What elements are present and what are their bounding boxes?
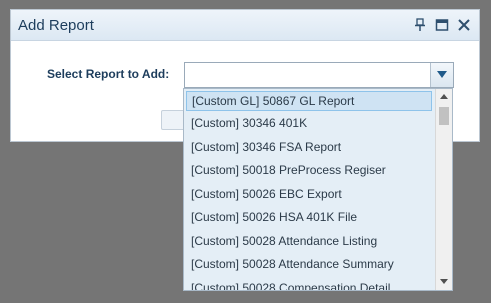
report-option[interactable]: [Custom] 50018 PreProcess Regiser bbox=[184, 159, 434, 183]
report-option[interactable]: [Custom] 50026 HSA 401K File bbox=[184, 206, 434, 230]
report-option[interactable]: [Custom GL] 50867 GL Report bbox=[186, 91, 432, 111]
arrow-down-icon bbox=[440, 279, 448, 284]
report-option[interactable]: [Custom] 30346 FSA Report bbox=[184, 136, 434, 160]
close-icon[interactable] bbox=[457, 18, 471, 32]
scroll-up-arrow[interactable] bbox=[436, 89, 452, 105]
maximize-icon[interactable] bbox=[435, 18, 449, 32]
arrow-up-icon bbox=[440, 94, 448, 99]
report-options: [Custom GL] 50867 GL Report [Custom] 3034… bbox=[184, 89, 434, 291]
dialog-titlebar[interactable]: Add Report bbox=[11, 10, 479, 41]
report-option[interactable]: [Custom] 50028 Compensation Detail bbox=[184, 277, 434, 291]
report-dropdown-list: [Custom GL] 50867 GL Report [Custom] 3034… bbox=[183, 88, 453, 291]
report-select[interactable] bbox=[184, 62, 454, 88]
titlebar-controls bbox=[413, 18, 471, 32]
select-report-label: Select Report to Add: bbox=[47, 67, 170, 81]
dialog-title: Add Report bbox=[18, 17, 94, 34]
chevron-down-icon bbox=[437, 71, 447, 78]
report-option[interactable]: [Custom] 50028 Attendance Listing bbox=[184, 230, 434, 254]
report-option[interactable]: [Custom] 50028 Attendance Summary bbox=[184, 253, 434, 277]
report-option[interactable]: [Custom] 50026 EBC Export bbox=[184, 183, 434, 207]
select-dropdown-toggle[interactable] bbox=[430, 63, 453, 87]
dropdown-scrollbar[interactable] bbox=[435, 89, 452, 290]
scrollbar-thumb[interactable] bbox=[439, 107, 449, 125]
pin-icon[interactable] bbox=[413, 18, 427, 32]
scroll-down-arrow[interactable] bbox=[436, 274, 452, 290]
report-option[interactable]: [Custom] 30346 401K bbox=[184, 112, 434, 136]
